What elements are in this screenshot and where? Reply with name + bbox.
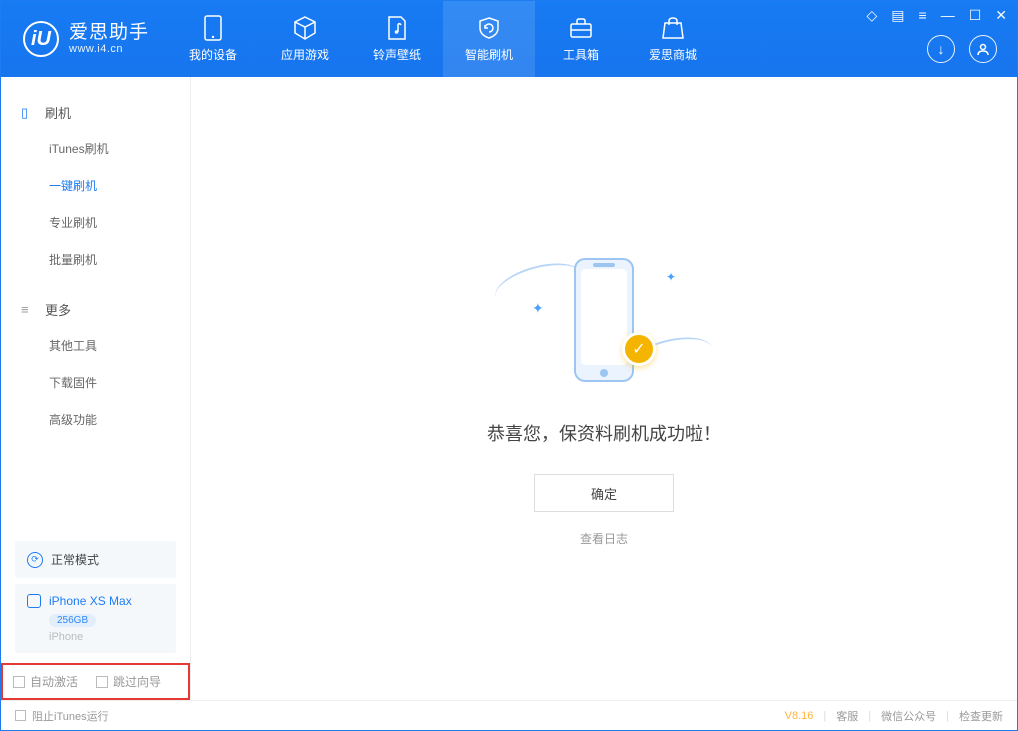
brand-site: www.i4.cn <box>69 43 149 55</box>
sidebar-item-batch-flash[interactable]: 批量刷机 <box>1 241 190 278</box>
minimize-button[interactable]: — <box>941 7 955 24</box>
view-log-link[interactable]: 查看日志 <box>580 530 628 547</box>
brand-name: 爱思助手 <box>69 23 149 44</box>
top-nav: 我的设备 应用游戏 铃声壁纸 智能刷机 工具箱 爱思商城 <box>167 1 719 77</box>
success-graphic: ✦ ✦ ✓ <box>474 230 734 410</box>
device-small-icon <box>27 594 41 608</box>
sidebar-group-flash: ▯ 刷机 <box>1 95 190 130</box>
sidebar-item-pro-flash[interactable]: 专业刷机 <box>1 204 190 241</box>
music-file-icon <box>384 15 410 41</box>
nav-apps-games[interactable]: 应用游戏 <box>259 1 351 77</box>
download-button[interactable]: ↓ <box>927 35 955 63</box>
sidebar-item-download-firmware[interactable]: 下载固件 <box>1 364 190 401</box>
sidebar: ▯ 刷机 iTunes刷机 一键刷机 专业刷机 批量刷机 ≡ 更多 其他工具 下… <box>1 77 191 700</box>
logo-area: iU 爱思助手 www.i4.cn <box>1 1 167 77</box>
hamburger-icon: ≡ <box>21 302 35 317</box>
window-controls: ◇ ▤ ≡ — ☐ ✕ <box>867 7 1007 24</box>
phone-graphic-icon <box>569 255 639 385</box>
mode-label: 正常模式 <box>51 551 99 568</box>
success-message: 恭喜您，保资料刷机成功啦！ <box>487 420 721 446</box>
footer-link-wechat[interactable]: 微信公众号 <box>881 708 936 724</box>
nav-smart-flash[interactable]: 智能刷机 <box>443 1 535 77</box>
menu-icon[interactable]: ≡ <box>919 7 927 24</box>
sidebar-item-oneclick-flash[interactable]: 一键刷机 <box>1 167 190 204</box>
nav-toolbox[interactable]: 工具箱 <box>535 1 627 77</box>
toolbox-icon <box>568 15 594 41</box>
skip-guide-checkbox[interactable]: 跳过向导 <box>96 673 161 690</box>
phone-small-icon: ▯ <box>21 105 35 121</box>
device-box[interactable]: iPhone XS Max 256GB iPhone <box>15 584 176 653</box>
logo-icon: iU <box>23 21 59 57</box>
sidebar-item-other-tools[interactable]: 其他工具 <box>1 327 190 364</box>
success-check-icon: ✓ <box>622 332 656 366</box>
sidebar-item-itunes-flash[interactable]: iTunes刷机 <box>1 130 190 167</box>
footer-link-support[interactable]: 客服 <box>836 708 858 724</box>
device-icon <box>200 15 226 41</box>
mode-box[interactable]: ⟳ 正常模式 <box>15 541 176 578</box>
list-icon[interactable]: ▤ <box>891 7 904 24</box>
nav-store[interactable]: 爱思商城 <box>627 1 719 77</box>
ok-button[interactable]: 确定 <box>534 474 674 512</box>
refresh-shield-icon <box>476 15 502 41</box>
device-name: iPhone XS Max <box>49 594 132 608</box>
close-button[interactable]: ✕ <box>995 7 1007 24</box>
version-label: V8.16 <box>785 710 814 722</box>
footer: 阻止iTunes运行 V8.16 | 客服 | 微信公众号 | 检查更新 <box>1 700 1017 730</box>
nav-ringtone-wallpaper[interactable]: 铃声壁纸 <box>351 1 443 77</box>
bag-icon <box>660 15 686 41</box>
title-bar: iU 爱思助手 www.i4.cn 我的设备 应用游戏 铃声壁纸 智能刷机 工具… <box>1 1 1017 77</box>
sidebar-status: ⟳ 正常模式 iPhone XS Max 256GB iPhone <box>1 531 190 663</box>
options-row: 自动激活 跳过向导 <box>1 663 190 700</box>
auto-activate-checkbox[interactable]: 自动激活 <box>13 673 78 690</box>
sidebar-group-more: ≡ 更多 <box>1 292 190 327</box>
shirt-icon[interactable]: ◇ <box>867 7 878 24</box>
device-type: iPhone <box>49 631 164 643</box>
device-storage: 256GB <box>49 614 96 627</box>
block-itunes-checkbox[interactable]: 阻止iTunes运行 <box>15 708 109 724</box>
nav-my-device[interactable]: 我的设备 <box>167 1 259 77</box>
mode-icon: ⟳ <box>27 552 43 568</box>
sidebar-item-advanced[interactable]: 高级功能 <box>1 401 190 438</box>
user-button[interactable] <box>969 35 997 63</box>
footer-link-update[interactable]: 检查更新 <box>959 708 1003 724</box>
cube-icon <box>292 15 318 41</box>
maximize-button[interactable]: ☐ <box>969 7 982 24</box>
main-content: ✦ ✦ ✓ 恭喜您，保资料刷机成功啦！ 确定 查看日志 <box>191 77 1017 700</box>
